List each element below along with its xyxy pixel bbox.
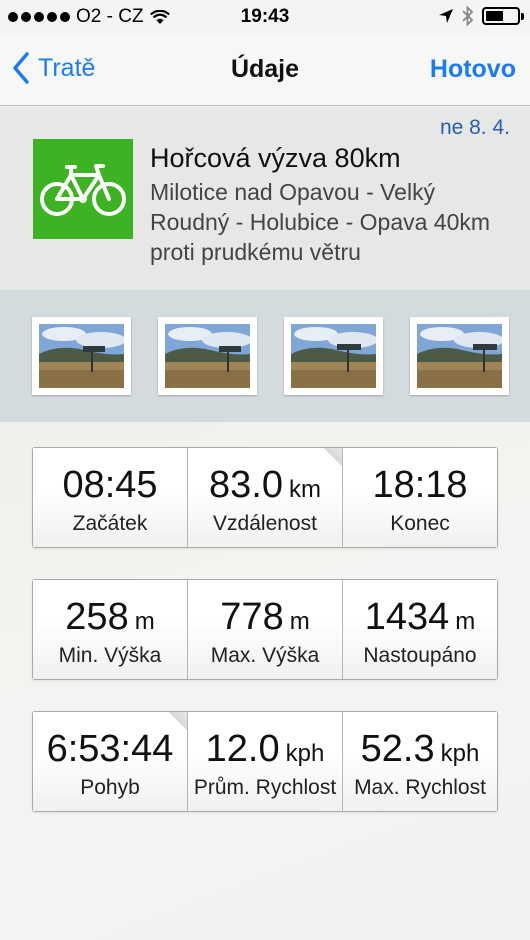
stat-label: Začátek [72, 512, 148, 535]
navigation-bar: Tratě Údaje Hotovo [0, 36, 530, 106]
photo-thumbnail[interactable] [284, 317, 383, 395]
stat-value: 18:18 [372, 464, 468, 506]
stat-start-time[interactable]: 08:45 Začátek [33, 448, 188, 547]
stat-max-speed[interactable]: 52.3 kph Max. Rychlost [343, 712, 497, 811]
stat-min-altitude[interactable]: 258 m Min. Výška [33, 580, 188, 679]
stat-label: Konec [390, 512, 450, 535]
photo-strip [0, 290, 530, 422]
stat-label: Prům. Rychlost [193, 776, 337, 799]
stat-value: 08:45 [62, 464, 158, 506]
stat-value: 83.0 km [209, 464, 321, 506]
stats-time-distance: 08:45 Začátek 83.0 km Vzdálenost 18:18 Ko… [32, 447, 498, 548]
photo-thumbnail[interactable] [32, 317, 131, 395]
route-header: ne 8. 4. Hořcová výzva 80km Milotice nad… [0, 107, 530, 290]
bluetooth-icon [462, 6, 474, 26]
stat-ascent[interactable]: 1434 m Nastoupáno [343, 580, 497, 679]
photo-thumbnail[interactable] [158, 317, 257, 395]
stat-end-time[interactable]: 18:18 Konec [343, 448, 497, 547]
landscape-photo [165, 324, 250, 388]
status-bar: O2 - CZ 19:43 [0, 0, 530, 36]
landscape-photo [417, 324, 502, 388]
route-date: ne 8. 4. [439, 116, 510, 139]
stat-label: Nastoupáno [363, 644, 477, 667]
stat-value: 12.0 kph [205, 728, 325, 770]
stat-unit: m [455, 608, 476, 635]
photo-thumbnail[interactable] [410, 317, 509, 395]
status-right [438, 6, 524, 26]
route-description: Milotice nad Opavou - Velký Roudný - Hol… [150, 179, 491, 265]
stat-unit: km [288, 476, 321, 503]
stats-speed: 6:53:44 Pohyb 12.0 kph Prům. Rychlost 52.… [32, 711, 498, 812]
stat-label: Max. Rychlost [354, 776, 486, 799]
stat-label: Min. Výška [58, 644, 162, 667]
route-type-badge [33, 139, 133, 239]
stat-value: 6:53:44 [46, 728, 174, 770]
stat-label: Pohyb [80, 776, 140, 799]
landscape-photo [39, 324, 124, 388]
stat-value: 778 m [220, 596, 310, 638]
stat-max-altitude[interactable]: 778 m Max. Výška [188, 580, 343, 679]
battery-icon [482, 7, 524, 25]
landscape-photo [291, 324, 376, 388]
stat-label: Max. Výška [210, 644, 320, 667]
stat-unit: kph [285, 740, 325, 767]
stat-distance[interactable]: 83.0 km Vzdálenost [188, 448, 343, 547]
stat-unit: m [289, 608, 310, 635]
stat-avg-speed[interactable]: 12.0 kph Prům. Rychlost [188, 712, 343, 811]
stats-elevation: 258 m Min. Výška 778 m Max. Výška 1434 m Na… [32, 579, 498, 680]
stat-unit: m [134, 608, 155, 635]
stat-value: 258 m [65, 596, 155, 638]
stat-value: 52.3 kph [360, 728, 480, 770]
stat-unit: kph [440, 740, 480, 767]
location-arrow-icon [439, 9, 453, 23]
bicycle-icon [40, 164, 126, 216]
route-name: Hořcová výzva 80km [150, 143, 401, 173]
stat-moving-time[interactable]: 6:53:44 Pohyb [33, 712, 188, 811]
done-button[interactable]: Hotovo [430, 55, 516, 84]
stat-label: Vzdálenost [213, 512, 317, 535]
stat-value: 1434 m [364, 596, 476, 638]
